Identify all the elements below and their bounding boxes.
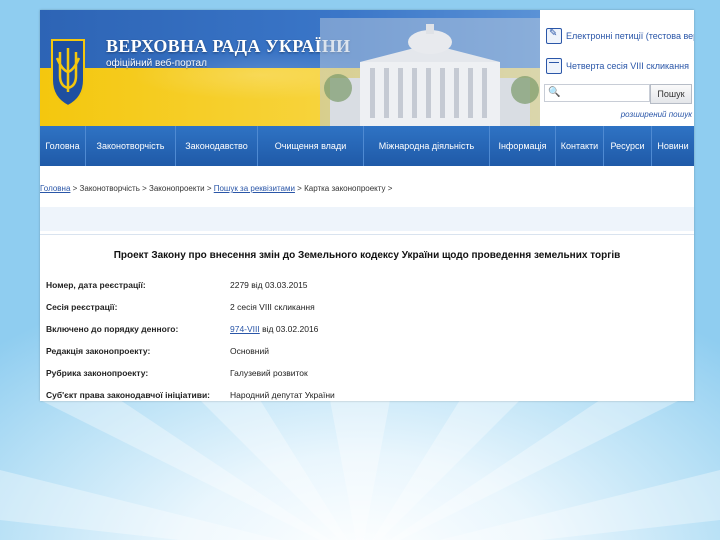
nav-item-lustration[interactable]: Очищення влади <box>258 126 364 166</box>
search-button[interactable]: Пошук <box>650 84 692 104</box>
breadcrumb-sep: > <box>70 184 80 193</box>
bill-field-row: Сесія реєстрації: 2 сесія VIII скликання <box>46 302 686 316</box>
breadcrumb-sep: > <box>139 184 149 193</box>
nav-item-resources[interactable]: Ресурси <box>604 126 652 166</box>
field-label: Сесія реєстрації: <box>46 302 118 312</box>
agenda-date: від 03.02.2016 <box>259 324 319 334</box>
bill-field-row: Редакція законопроекту: Основний <box>46 346 686 360</box>
nav-item-home[interactable]: Головна <box>40 126 86 166</box>
breadcrumb-sep: > <box>294 184 305 193</box>
field-value: 2279 від 03.03.2015 <box>230 280 308 290</box>
nav-item-information[interactable]: Інформація <box>490 126 556 166</box>
bill-title: Проект Закону про внесення змін до Земел… <box>113 250 621 261</box>
breadcrumb-search[interactable]: Пошук за реквізитами <box>214 184 295 193</box>
field-value: Галузевий розвиток <box>230 368 308 378</box>
nav-item-legislation[interactable]: Законодавство <box>176 126 258 166</box>
agenda-link[interactable]: 974-VIII <box>230 324 260 334</box>
screenshot-frame: ВЕРХОВНА РАДА УКРАЇНИ офіційний веб-порт… <box>40 10 694 401</box>
field-label: Суб'єкт права законодавчої ініціативи: <box>46 390 210 400</box>
nav-item-contacts[interactable]: Контакти <box>556 126 604 166</box>
breadcrumb-tail: > <box>385 184 393 193</box>
field-label: Включено до порядку денного: <box>46 324 179 334</box>
nav-item-news[interactable]: Новини <box>652 126 694 166</box>
breadcrumb: Головна > Законотворчість > Законопроект… <box>40 184 694 198</box>
site-subtitle: офіційний веб-портал <box>106 58 207 69</box>
search-input[interactable]: 🔍 <box>544 84 650 102</box>
breadcrumb-bills[interactable]: Законопроекти <box>149 184 205 193</box>
nav-item-lawmaking[interactable]: Законотворчість <box>86 126 176 166</box>
field-value: 974-VIII від 03.02.2016 <box>230 324 318 334</box>
field-label: Номер, дата реєстрації: <box>46 280 146 290</box>
session-link[interactable]: Четверта сесія VIII скликання <box>546 54 689 78</box>
petitions-label: Електронні петиції (тестова версія) <box>566 31 694 41</box>
header-right-panel: Електронні петиції (тестова версія) Четв… <box>540 10 694 126</box>
session-label: Четверта сесія VIII скликання <box>566 61 690 71</box>
bill-field-row: Номер, дата реєстрації: 2279 від 03.03.2… <box>46 280 686 294</box>
field-label: Рубрика законопроекту: <box>46 368 149 378</box>
pencil-icon <box>546 28 562 44</box>
site-title[interactable]: ВЕРХОВНА РАДА УКРАЇНИ <box>106 36 350 57</box>
field-value: Народний депутат України <box>230 390 335 400</box>
breadcrumb-lawmaking[interactable]: Законотворчість <box>80 184 140 193</box>
nav-item-international[interactable]: Міжнародна діяльність <box>364 126 490 166</box>
main-nav: Головна Законотворчість Законодавство Оч… <box>40 126 694 166</box>
breadcrumb-home[interactable]: Головна <box>40 184 70 193</box>
field-label: Редакція законопроекту: <box>46 346 151 356</box>
bill-field-row: Рубрика законопроекту: Галузевий розвито… <box>46 368 686 382</box>
calendar-icon <box>546 58 562 74</box>
bill-field-row: Включено до порядку денного: 974-VIII ві… <box>46 324 686 338</box>
breadcrumb-sep: > <box>204 184 214 193</box>
search-icon: 🔍 <box>548 87 561 98</box>
site-header: ВЕРХОВНА РАДА УКРАЇНИ офіційний веб-порт… <box>40 10 694 126</box>
divider <box>40 234 694 235</box>
field-value: 2 сесія VIII скликання <box>230 302 315 312</box>
coat-of-arms-icon[interactable] <box>48 36 88 108</box>
field-value: Основний <box>230 346 269 356</box>
breadcrumb-card: Картка законопроекту <box>304 184 386 193</box>
toolbar-strip <box>40 207 694 231</box>
advanced-search-link[interactable]: розширений пошук <box>621 110 692 119</box>
parliament-building-image <box>320 18 540 126</box>
petitions-link[interactable]: Електронні петиції (тестова версія) <box>546 24 694 48</box>
bill-field-row: Суб'єкт права законодавчої ініціативи: Н… <box>46 390 686 401</box>
